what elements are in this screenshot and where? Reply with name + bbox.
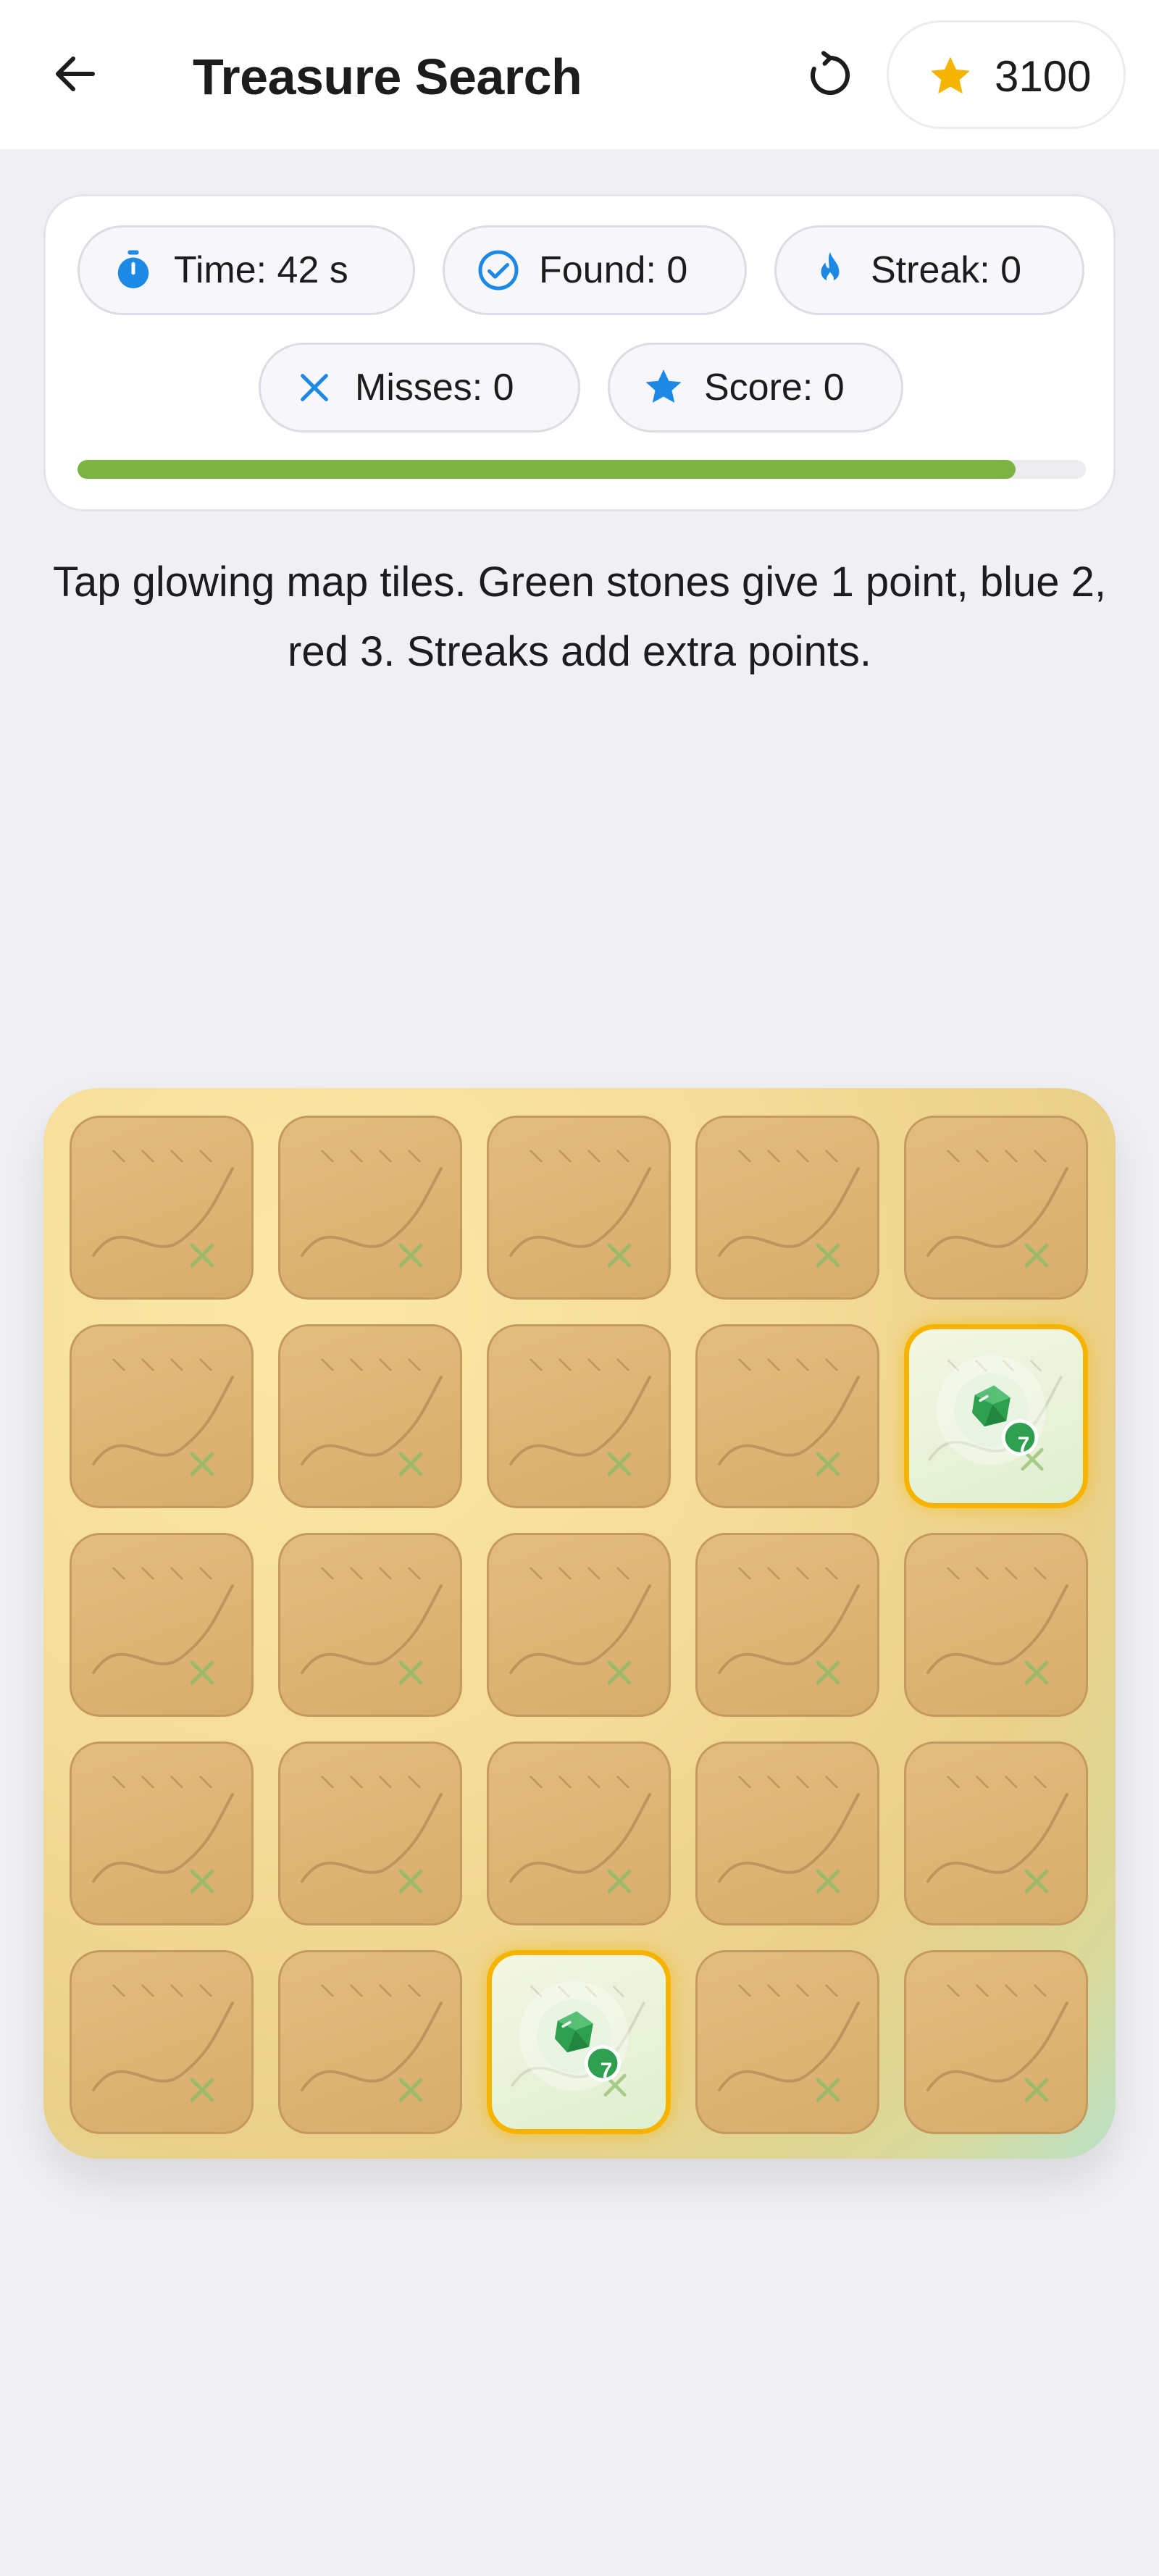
map-mark-icon [718, 1776, 860, 1894]
map-tile[interactable] [904, 1533, 1088, 1717]
map-tile[interactable] [904, 1741, 1088, 1925]
map-tile[interactable] [904, 1116, 1088, 1300]
tile-badge: 7 [1017, 1433, 1030, 1457]
reset-button[interactable] [801, 46, 859, 104]
map-mark-icon [92, 1567, 234, 1685]
misses-label: Misses: 0 [355, 367, 514, 409]
map-tile[interactable] [278, 1741, 462, 1925]
page-title: Treasure Search [193, 49, 582, 105]
map-mark-icon [718, 1150, 860, 1268]
map-mark-icon [509, 1567, 651, 1685]
map-tile[interactable] [487, 1324, 671, 1508]
map-tile[interactable] [695, 1950, 879, 2134]
time-progress-bar [78, 460, 1086, 479]
map-mark-icon [926, 1150, 1068, 1268]
time-progress-fill [78, 460, 1016, 479]
map-tile[interactable] [70, 1324, 254, 1508]
found-label: Found: 0 [539, 249, 688, 291]
game-board: 7 7 [43, 1088, 1116, 2159]
map-tile[interactable] [904, 1950, 1088, 2134]
map-mark-icon [926, 1567, 1068, 1685]
map-tile[interactable] [278, 1950, 462, 2134]
found-pill: Found: 0 [443, 225, 747, 315]
map-tile[interactable] [695, 1324, 879, 1508]
map-mark-icon [301, 1358, 443, 1476]
map-tile[interactable] [695, 1116, 879, 1300]
map-mark-icon [92, 1150, 234, 1268]
stats-card: Time: 42 s Found: 0 Streak: 0 Misses: 0 [43, 194, 1116, 511]
map-mark-icon [92, 1358, 234, 1476]
map-tile[interactable] [70, 1950, 254, 2134]
coins-value: 3100 [995, 52, 1092, 101]
app-header: Treasure Search 3100 [0, 0, 1159, 149]
instructions-text: Tap glowing map tiles. Green stones give… [52, 559, 1107, 675]
map-mark-icon [301, 1567, 443, 1685]
map-mark-icon [92, 1984, 234, 2102]
map-tile[interactable] [487, 1741, 671, 1925]
map-mark-icon [301, 1984, 443, 2102]
map-mark-icon [718, 1984, 860, 2102]
map-mark-icon [926, 1984, 1068, 2102]
map-mark-icon [301, 1776, 443, 1894]
coins-badge: 3100 [887, 20, 1126, 129]
map-tile[interactable] [487, 1116, 671, 1300]
map-tile-glowing[interactable]: 7 [904, 1324, 1088, 1508]
star-icon [640, 364, 687, 411]
star-icon [931, 57, 970, 94]
map-tile-glowing[interactable]: 7 [487, 1950, 671, 2134]
gem-stone-icon [511, 1981, 645, 2097]
close-icon [291, 364, 338, 411]
gem-stone-icon [928, 1355, 1063, 1471]
stopwatch-icon [110, 247, 156, 293]
map-mark-icon [301, 1150, 443, 1268]
map-mark-icon [509, 1358, 651, 1476]
map-mark-icon [509, 1150, 651, 1268]
check-circle-icon [475, 247, 522, 293]
map-tile[interactable] [278, 1116, 462, 1300]
map-tile[interactable] [278, 1324, 462, 1508]
map-tile[interactable] [695, 1741, 879, 1925]
map-tile[interactable] [695, 1533, 879, 1717]
time-pill: Time: 42 s [78, 225, 415, 315]
tile-badge: 7 [600, 2059, 613, 2083]
map-tile[interactable] [70, 1116, 254, 1300]
score-pill: Score: 0 [608, 343, 903, 432]
map-mark-icon [509, 1776, 651, 1894]
map-tile[interactable] [70, 1741, 254, 1925]
back-button[interactable] [45, 43, 106, 104]
map-tile[interactable] [487, 1533, 671, 1717]
time-label: Time: 42 s [174, 249, 348, 291]
misses-pill: Misses: 0 [259, 343, 580, 432]
arrow-left-icon [56, 57, 95, 91]
map-tile[interactable] [278, 1533, 462, 1717]
flame-icon [807, 247, 853, 293]
map-mark-icon [92, 1776, 234, 1894]
map-mark-icon [718, 1567, 860, 1685]
score-label: Score: 0 [704, 367, 845, 409]
map-tile[interactable] [70, 1533, 254, 1717]
streak-pill: Streak: 0 [774, 225, 1084, 315]
refresh-icon [811, 51, 850, 95]
map-mark-icon [718, 1358, 860, 1476]
map-mark-icon [926, 1776, 1068, 1894]
streak-label: Streak: 0 [871, 249, 1022, 291]
